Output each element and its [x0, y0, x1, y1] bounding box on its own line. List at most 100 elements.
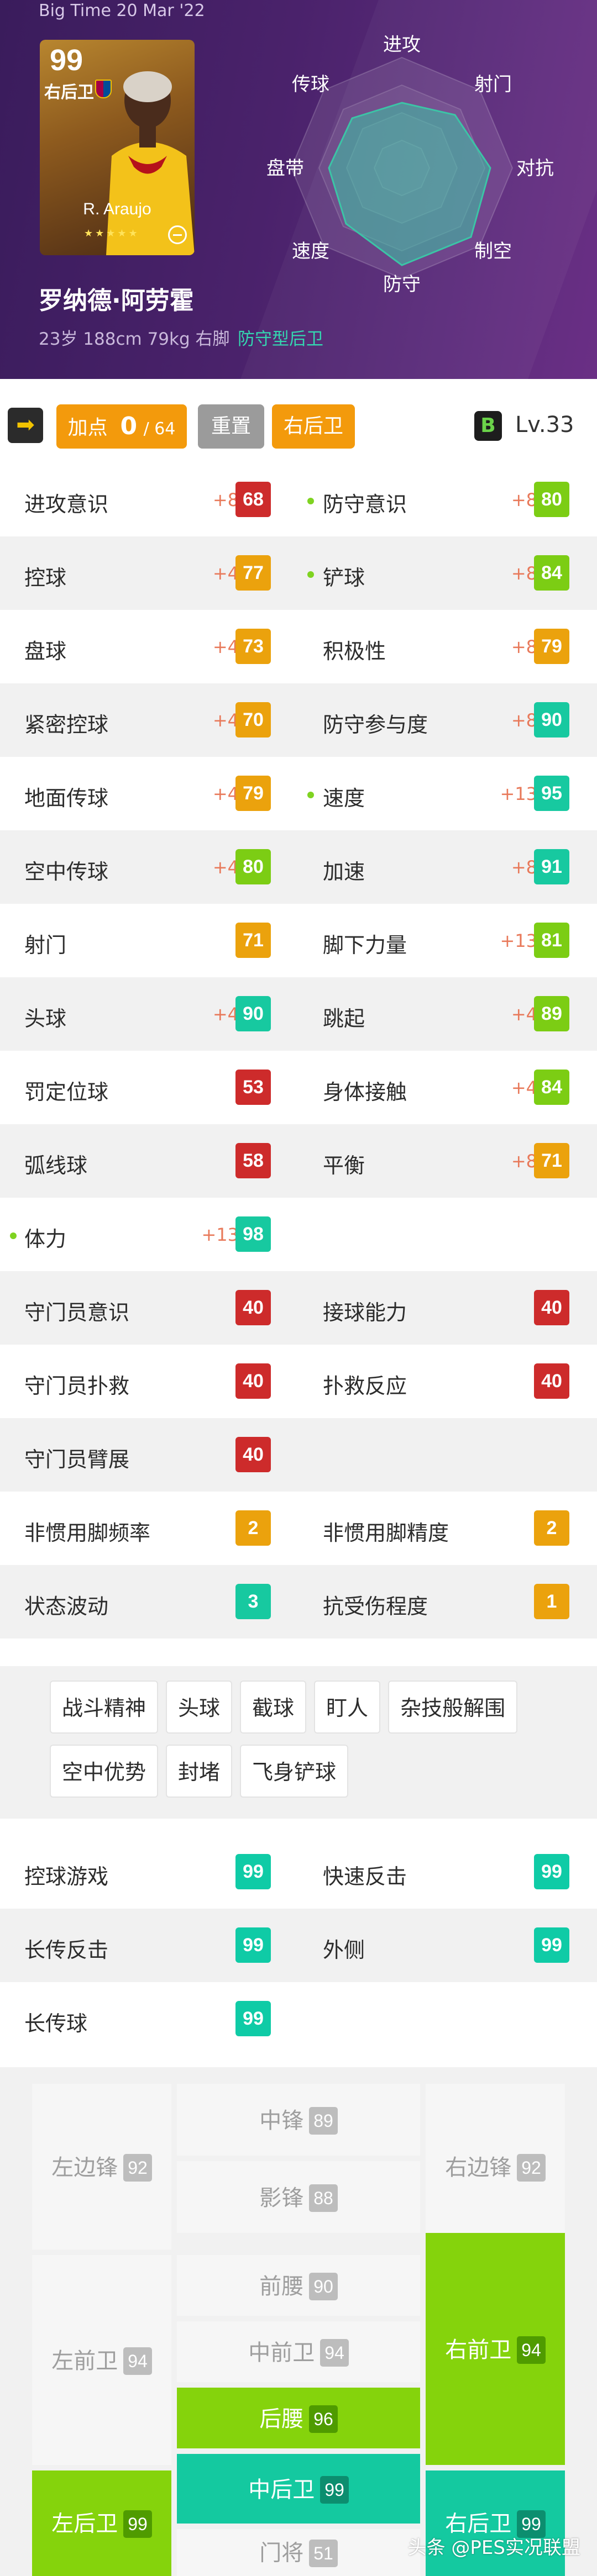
- playstyle-cell[interactable]: 控球游戏 99: [0, 1835, 298, 1909]
- stat-cell[interactable]: 跳起 +4 89: [298, 977, 597, 1051]
- skill-chip[interactable]: 盯人: [314, 1681, 381, 1734]
- skill-chip[interactable]: 封堵: [166, 1745, 233, 1798]
- position-cf[interactable]: 中锋 89: [177, 2084, 420, 2156]
- radar-label-shooting: 射门: [474, 73, 512, 96]
- skill-chip[interactable]: 战斗精神: [50, 1681, 159, 1734]
- stat-cell[interactable]: 防守参与度 +8 90: [298, 683, 597, 757]
- stat-cell[interactable]: 身体接触 +4 84: [298, 1051, 597, 1124]
- stat-cell[interactable]: 脚下力量 +13 81: [298, 904, 597, 977]
- stat-cell[interactable]: 地面传球 +4 79: [0, 757, 298, 830]
- points-used: 0: [120, 412, 138, 440]
- stat-boost: +8: [511, 489, 537, 510]
- position-label: 门将: [259, 2540, 304, 2566]
- stat-cell[interactable]: 平衡 +8 71: [298, 1124, 597, 1198]
- stat-cell[interactable]: 状态波动 3: [0, 1565, 298, 1639]
- attribute-list: 进攻意识 +8 68 防守意识 +8 80 控球 +4 77 铲球 +8 84 盘球 +4 73 积极性 +8 7…: [0, 463, 597, 1639]
- position-rwf[interactable]: 右边锋 92: [426, 2084, 565, 2250]
- stat-cell[interactable]: 守门员意识 40: [0, 1271, 298, 1345]
- skill-chip[interactable]: 飞身铲球: [240, 1745, 349, 1798]
- stat-cell[interactable]: 加速 +8 91: [298, 830, 597, 904]
- stat-label: 进攻意识: [24, 492, 109, 517]
- stat-cell[interactable]: 弧线球 58: [0, 1124, 298, 1198]
- stat-cell[interactable]: 控球 +4 77: [0, 536, 298, 610]
- stat-value: 71: [235, 923, 271, 958]
- stat-label: 接球能力: [323, 1300, 407, 1325]
- stat-label: 防守参与度: [323, 713, 428, 737]
- stat-cell[interactable]: 非惯用脚频率 2: [0, 1492, 298, 1565]
- playstyle-cell[interactable]: 长传球 99: [0, 1982, 298, 2056]
- reset-button[interactable]: 重置: [198, 404, 264, 449]
- stat-label: 平衡: [323, 1153, 365, 1178]
- playstyle-label: 长传反击: [24, 1938, 109, 1962]
- position-ss[interactable]: 影锋 88: [177, 2161, 420, 2233]
- position-cmf[interactable]: 中前卫 94: [177, 2321, 420, 2382]
- stat-cell[interactable]: 体力 +13 98: [0, 1198, 298, 1271]
- stat-cell[interactable]: 铲球 +8 84: [298, 536, 597, 610]
- stat-cell[interactable]: 抗受伤程度 1: [298, 1565, 597, 1639]
- position-rb[interactable]: 右后卫 99: [426, 2470, 565, 2576]
- stat-boost: +8: [212, 489, 239, 510]
- stat-value: 71: [534, 1143, 569, 1178]
- position-gk[interactable]: 门将 51: [177, 2529, 420, 2576]
- stat-cell[interactable]: 守门员扑救 40: [0, 1345, 298, 1418]
- playstyle-cell[interactable]: 长传反击 99: [0, 1909, 298, 1982]
- player-header: Big Time 20 Mar '22 99 右后卫 R. Araujo ★★★…: [0, 0, 597, 379]
- position-value: 51: [309, 2540, 338, 2567]
- stat-row: 盘球 +4 73 积极性 +8 79: [0, 610, 597, 683]
- position-value: 94: [320, 2339, 349, 2367]
- playstyle-cell[interactable]: 快速反击 99: [298, 1835, 597, 1909]
- skill-chip[interactable]: 空中优势: [50, 1745, 159, 1798]
- stat-cell[interactable]: 紧密控球 +4 70: [0, 683, 298, 757]
- stat-cell[interactable]: 盘球 +4 73: [0, 610, 298, 683]
- playstyle-cell[interactable]: 外侧 99: [298, 1909, 597, 1982]
- position-dmf[interactable]: 后腰 96: [177, 2388, 420, 2448]
- stat-cell[interactable]: 罚定位球 53: [0, 1051, 298, 1124]
- stat-cell[interactable]: 射门 71: [0, 904, 298, 977]
- skill-chip[interactable]: 杂技般解围: [388, 1681, 518, 1734]
- position-label: 左边锋: [51, 2155, 118, 2180]
- stat-cell[interactable]: 防守意识 +8 80: [298, 463, 597, 536]
- player-playstyle-role: 防守型后卫: [238, 329, 323, 349]
- add-points-button[interactable]: 加点 0 / 64: [56, 404, 187, 449]
- skill-list: 战斗精神 头球 截球 盯人 杂技般解围空中优势 封堵 飞身铲球: [0, 1666, 597, 1819]
- stat-label: 守门员臂展: [24, 1447, 130, 1472]
- stat-boost: +8: [511, 710, 537, 731]
- position-rmf[interactable]: 右前卫 94: [426, 2233, 565, 2465]
- stat-cell[interactable]: 头球 +4 90: [0, 977, 298, 1051]
- training-toolbar: ➡ 加点 0 / 64 重置 右后卫 B Lv.33: [0, 397, 597, 457]
- stat-boost: +13: [500, 783, 537, 804]
- position-cb[interactable]: 中后卫 99: [177, 2454, 420, 2524]
- stat-row: 罚定位球 53 身体接触 +4 84: [0, 1051, 597, 1124]
- position-lb[interactable]: 左后卫 99: [32, 2470, 171, 2576]
- stat-label: 抗受伤程度: [323, 1594, 428, 1619]
- stat-boost: +13: [500, 930, 537, 951]
- stat-cell[interactable]: 空中传球 +4 80: [0, 830, 298, 904]
- playstyle-value: 99: [235, 2001, 271, 2036]
- position-lmf[interactable]: 左前卫 94: [32, 2255, 171, 2465]
- position-rating-grid: 左边锋 92 中锋 89 影锋 88 右边锋 92 左前卫 94 前腰 90 中前卫 94 后…: [0, 2067, 597, 2576]
- expand-arrow-button[interactable]: ➡: [8, 408, 43, 443]
- stat-row: 状态波动 3 抗受伤程度 1: [0, 1565, 597, 1639]
- stat-cell[interactable]: 积极性 +8 79: [298, 610, 597, 683]
- skill-chip[interactable]: 截球: [240, 1681, 307, 1734]
- stat-value: 40: [534, 1363, 569, 1399]
- stat-boost: +4: [212, 1004, 239, 1025]
- skill-chip[interactable]: 头球: [166, 1681, 233, 1734]
- position-lwf[interactable]: 左边锋 92: [32, 2084, 171, 2250]
- position-select-button[interactable]: 右后卫: [272, 404, 355, 449]
- playstyle-value: 99: [534, 1854, 569, 1889]
- stat-boost: +8: [511, 563, 537, 584]
- stat-cell[interactable]: 非惯用脚精度 2: [298, 1492, 597, 1565]
- watermark: 头条 @PES实况联盟: [407, 2537, 580, 2559]
- player-card[interactable]: 99 右后卫 R. Araujo ★★★★★: [40, 40, 195, 255]
- position-amf[interactable]: 前腰 90: [177, 2255, 420, 2316]
- stat-cell[interactable]: 进攻意识 +8 68: [0, 463, 298, 536]
- stat-cell[interactable]: 扑救反应 40: [298, 1345, 597, 1418]
- stat-cell[interactable]: 守门员臂展 40: [0, 1418, 298, 1492]
- playstyle-label: 快速反击: [323, 1864, 407, 1889]
- stat-cell[interactable]: 接球能力 40: [298, 1271, 597, 1345]
- stat-value: 84: [534, 1070, 569, 1105]
- player-info: 23岁 188cm 79kg 右脚: [39, 329, 230, 349]
- stat-cell[interactable]: 速度 +13 95: [298, 757, 597, 830]
- position-label: 后腰: [259, 2406, 304, 2432]
